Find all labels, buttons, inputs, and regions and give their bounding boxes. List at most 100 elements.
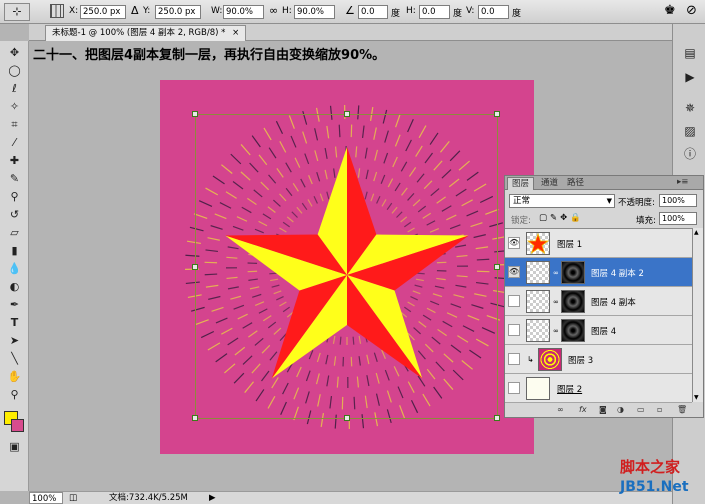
new-layer-icon[interactable]: ▫ bbox=[657, 403, 662, 417]
move-tool-preset-icon[interactable]: ⊹ bbox=[4, 3, 30, 21]
info-icon[interactable]: ⓘ bbox=[682, 146, 698, 162]
x-input[interactable] bbox=[80, 5, 126, 19]
visibility-toggle[interactable] bbox=[508, 382, 520, 394]
transform-handle-tc[interactable] bbox=[344, 111, 350, 117]
tab-layers[interactable]: 图层 bbox=[507, 177, 535, 190]
histogram-icon[interactable]: ▤ bbox=[682, 45, 698, 61]
y-input[interactable] bbox=[155, 5, 201, 19]
status-arrow-icon[interactable]: ▶ bbox=[209, 492, 216, 504]
line-tool-icon[interactable]: ╲ bbox=[6, 351, 23, 366]
transform-handle-tr[interactable] bbox=[494, 111, 500, 117]
link-layers-icon[interactable]: ∞ bbox=[557, 403, 564, 417]
layer-name: 图层 3 bbox=[568, 356, 594, 366]
layer-row-layer-4-copy-2[interactable]: 👁 ∞ 图层 4 副本 2 bbox=[505, 258, 692, 287]
play-icon[interactable]: ▶ bbox=[682, 69, 698, 85]
quick-mask-icon[interactable]: ▣ bbox=[6, 439, 23, 454]
layer-row-layer-4[interactable]: ∞ 图层 4 bbox=[505, 316, 692, 345]
layer-thumbnail bbox=[526, 377, 550, 400]
transform-handle-mr[interactable] bbox=[494, 264, 500, 270]
background-color-swatch[interactable] bbox=[11, 419, 24, 432]
magic-wand-icon[interactable]: ✧ bbox=[6, 99, 23, 114]
move-tool-icon[interactable]: ✥ bbox=[6, 45, 23, 60]
layer-row-layer-3[interactable]: ↳ 图层 3 bbox=[505, 345, 692, 374]
hand-tool-icon[interactable]: ✋ bbox=[6, 369, 23, 384]
layers-panel: 图层 通道 路径 ▸≡ 正常 ▼ 不透明度: 100% 锁定: ▢✎✥🔒 填充:… bbox=[504, 175, 704, 418]
scroll-up-icon[interactable]: ▲ bbox=[694, 229, 699, 236]
blend-mode-select[interactable]: 正常 ▼ bbox=[509, 194, 615, 208]
visibility-toggle[interactable] bbox=[508, 324, 520, 336]
x-label: X: bbox=[69, 6, 79, 16]
pen-tool-icon[interactable]: ✒ bbox=[6, 297, 23, 312]
chevron-down-icon: ▼ bbox=[606, 197, 612, 205]
visibility-toggle[interactable] bbox=[508, 295, 520, 307]
layer-mask-thumbnail bbox=[561, 261, 585, 284]
zoom-tool-icon[interactable]: ⚲ bbox=[6, 387, 23, 402]
panel-menu-icon[interactable]: ▸≡ bbox=[673, 176, 692, 189]
document-info: 文档:732.4K/5.25M bbox=[109, 493, 188, 503]
layer-mask-thumbnail bbox=[561, 290, 585, 313]
add-mask-icon[interactable]: ◙ bbox=[599, 403, 607, 417]
watermark-text-1: 脚本之家 bbox=[620, 458, 681, 476]
cancel-transform-icon[interactable]: ⊘ bbox=[686, 3, 697, 18]
tab-paths[interactable]: 路径 bbox=[563, 177, 588, 190]
reference-point-icon[interactable] bbox=[50, 4, 64, 18]
eraser-tool-icon[interactable]: ▱ bbox=[6, 225, 23, 240]
transform-handle-bl[interactable] bbox=[192, 415, 198, 421]
marquee-tool-icon[interactable]: ◯ bbox=[6, 63, 23, 78]
warp-icon[interactable]: ♚ bbox=[664, 3, 676, 18]
eyedropper-icon[interactable]: ⁄ bbox=[6, 135, 23, 150]
tab-channels[interactable]: 通道 bbox=[537, 177, 562, 190]
clipping-arrow-icon: ↳ bbox=[527, 355, 534, 364]
transform-handle-tl[interactable] bbox=[192, 111, 198, 117]
transform-handle-br[interactable] bbox=[494, 415, 500, 421]
rotate-input[interactable] bbox=[358, 5, 388, 19]
h-input[interactable] bbox=[294, 5, 335, 19]
hskew-input[interactable] bbox=[419, 5, 450, 19]
type-tool-icon[interactable]: T bbox=[6, 315, 23, 330]
visibility-toggle[interactable] bbox=[508, 353, 520, 365]
navigator-icon[interactable]: ✵ bbox=[682, 100, 698, 116]
options-bar: ⊹ X: Δ Y: W: ∞ H: ∠ 度 H: 度 V: 度 ♚ ⊘ bbox=[0, 0, 705, 24]
status-icon[interactable]: ◫ bbox=[69, 492, 77, 504]
crop-tool-icon[interactable]: ⌗ bbox=[6, 117, 23, 132]
layers-list: 👁 图层 1 👁 ∞ 图层 4 副本 2 ∞ 图层 4 副本 ∞ 图层 4 ↳ … bbox=[505, 228, 692, 403]
path-selection-icon[interactable]: ➤ bbox=[6, 333, 23, 348]
adjustment-layer-icon[interactable]: ◑ bbox=[617, 403, 624, 417]
link-aspect-icon[interactable]: ∞ bbox=[269, 4, 278, 17]
trash-icon[interactable]: 🗑 bbox=[677, 403, 687, 417]
transform-handle-ml[interactable] bbox=[192, 264, 198, 270]
transform-bounding-box[interactable] bbox=[192, 111, 500, 421]
layers-scrollbar[interactable]: ▲ ▼ bbox=[692, 228, 703, 402]
document-tab[interactable]: 未标题-1 @ 100% (图层 4 副本 2, RGB/8) * × bbox=[45, 25, 247, 41]
vskew-input[interactable] bbox=[478, 5, 509, 19]
layer-row-layer-2[interactable]: 图层 2 bbox=[505, 374, 692, 403]
dodge-tool-icon[interactable]: ◐ bbox=[6, 279, 23, 294]
lock-label: 锁定: bbox=[511, 216, 531, 226]
visibility-eye-icon[interactable]: 👁 bbox=[508, 266, 520, 278]
mask-link-icon: ∞ bbox=[553, 298, 559, 306]
scroll-down-icon[interactable]: ▼ bbox=[694, 394, 699, 401]
fx-icon[interactable]: fx bbox=[579, 403, 587, 417]
healing-brush-icon[interactable]: ✚ bbox=[6, 153, 23, 168]
document-tab-bar: 未标题-1 @ 100% (图层 4 副本 2, RGB/8) * × bbox=[29, 24, 672, 41]
brush-tool-icon[interactable]: ✎ bbox=[6, 171, 23, 186]
opacity-input[interactable]: 100% bbox=[659, 194, 697, 207]
layer-row-layer-1[interactable]: 👁 图层 1 bbox=[505, 229, 692, 258]
lock-icons[interactable]: ▢✎✥🔒 bbox=[539, 213, 584, 223]
close-tab-icon[interactable]: × bbox=[232, 28, 239, 38]
layer-row-layer-4-copy[interactable]: ∞ 图层 4 副本 bbox=[505, 287, 692, 316]
lasso-tool-icon[interactable]: ℓ bbox=[6, 81, 23, 96]
w-label: W: bbox=[211, 6, 223, 16]
history-brush-icon[interactable]: ↺ bbox=[6, 207, 23, 222]
gradient-tool-icon[interactable]: ▮ bbox=[6, 243, 23, 258]
hskew-label: H: bbox=[406, 6, 416, 16]
clone-stamp-icon[interactable]: ⚲ bbox=[6, 189, 23, 204]
fill-input[interactable]: 100% bbox=[659, 212, 697, 225]
w-input[interactable] bbox=[223, 5, 264, 19]
new-group-icon[interactable]: ▭ bbox=[637, 403, 645, 417]
image-icon[interactable]: ▨ bbox=[682, 123, 698, 139]
blur-tool-icon[interactable]: 💧 bbox=[6, 261, 23, 276]
zoom-level[interactable]: 100% bbox=[29, 492, 63, 504]
visibility-eye-icon[interactable]: 👁 bbox=[508, 237, 520, 249]
transform-handle-bc[interactable] bbox=[344, 415, 350, 421]
